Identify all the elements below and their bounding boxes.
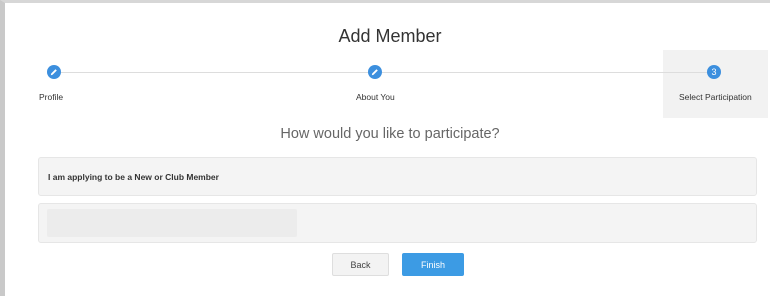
- stepper-line: [55, 72, 715, 73]
- active-step-highlight: [663, 50, 768, 118]
- step-3-number: 3: [707, 65, 721, 79]
- page-title: Add Member: [338, 26, 442, 46]
- step-label-about-you[interactable]: About You: [356, 92, 395, 102]
- step-label-profile[interactable]: Profile: [39, 92, 63, 102]
- back-button[interactable]: Back: [332, 253, 389, 276]
- dialog-frame: Add Member Profile About You 3 Select Pa…: [0, 0, 770, 296]
- finish-button[interactable]: Finish: [402, 253, 464, 276]
- option-label: I am applying to be a New or Club Member: [48, 172, 219, 182]
- option-placeholder: [47, 209, 297, 237]
- option-new-or-club-member[interactable]: I am applying to be a New or Club Member: [38, 157, 757, 196]
- step-label-select-participation: Select Participation: [679, 92, 752, 102]
- option-2[interactable]: [38, 203, 757, 243]
- participation-question: How would you like to participate?: [280, 126, 500, 142]
- step-2-pencil-icon[interactable]: [368, 65, 382, 79]
- step-1-pencil-icon[interactable]: [47, 65, 61, 79]
